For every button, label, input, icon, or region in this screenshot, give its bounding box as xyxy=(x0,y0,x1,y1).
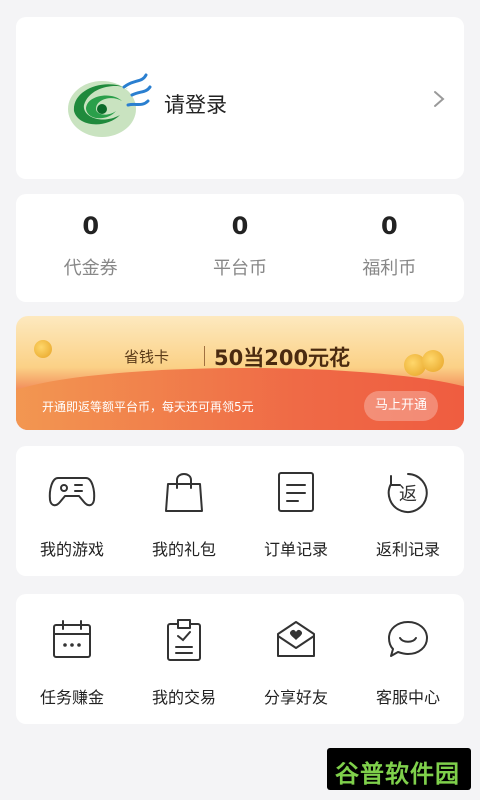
menu-share-friends[interactable]: 分享好友 xyxy=(240,594,352,724)
calendar-icon xyxy=(53,620,91,658)
mail-heart-icon xyxy=(277,621,315,657)
stat-label: 代金券 xyxy=(63,258,118,279)
coin-icon xyxy=(34,340,52,358)
promo-description: 开通即返等额平台币，每天还可再领5元 xyxy=(42,400,254,414)
menu-label: 我的游戏 xyxy=(39,540,104,559)
menu-label: 我的交易 xyxy=(151,688,216,707)
menu-label: 客服中心 xyxy=(375,688,440,707)
login-card[interactable]: 请登录 xyxy=(16,17,464,179)
rebate-icon: 返 xyxy=(387,473,428,513)
menu-customer-service[interactable]: 客服中心 xyxy=(352,594,464,724)
activate-button[interactable]: 马上开通 xyxy=(364,391,438,421)
menu-tasks[interactable]: 任务赚金 xyxy=(16,594,128,724)
gamepad-icon xyxy=(48,477,96,507)
stat-label: 福利币 xyxy=(362,258,417,279)
stat-value: 0 xyxy=(380,212,398,240)
menu-my-gifts[interactable]: 我的礼包 xyxy=(128,446,240,576)
menu-label: 分享好友 xyxy=(263,688,328,707)
menu-my-games[interactable]: 我的游戏 xyxy=(16,446,128,576)
clipboard-icon xyxy=(167,619,201,661)
menu-label: 订单记录 xyxy=(263,540,328,559)
watermark-text: 谷普软件园 xyxy=(335,760,460,788)
promo-card-name: 省钱卡 xyxy=(124,348,170,366)
menu-label: 任务赚金 xyxy=(39,688,104,707)
divider xyxy=(204,346,205,366)
stat-label: 平台币 xyxy=(212,258,267,279)
stat-voucher[interactable]: 0 代金券 xyxy=(16,194,165,302)
login-prompt[interactable]: 请登录 xyxy=(164,89,227,119)
gift-bag-icon xyxy=(165,473,203,512)
coin-icon xyxy=(422,350,444,372)
menu-label: 返利记录 xyxy=(375,540,440,559)
order-list-icon xyxy=(278,472,314,512)
stat-welfare-coin[interactable]: 0 福利币 xyxy=(315,194,464,302)
promo-headline: 50当200元花 xyxy=(214,346,351,370)
menu-my-trades[interactable]: 我的交易 xyxy=(128,594,240,724)
stat-value: 0 xyxy=(82,212,100,240)
menu-rebate-records[interactable]: 返 返利记录 xyxy=(352,446,464,576)
feature-grid-primary: 我的游戏 我的礼包 订单记录 返 返利记录 xyxy=(16,446,464,576)
balance-stats: 0 代金券 0 平台币 0 福利币 xyxy=(16,194,464,302)
app-logo-icon xyxy=(68,73,152,137)
watermark: 谷普软件园 xyxy=(327,748,471,790)
menu-label: 我的礼包 xyxy=(151,540,216,559)
svg-text:返: 返 xyxy=(399,484,417,505)
stat-value: 0 xyxy=(231,212,249,240)
savings-card-banner[interactable]: 省钱卡 50当200元花 开通即返等额平台币，每天还可再领5元 马上开通 xyxy=(16,316,464,430)
chevron-right-icon xyxy=(434,91,445,107)
menu-order-records[interactable]: 订单记录 xyxy=(240,446,352,576)
stat-platform-coin[interactable]: 0 平台币 xyxy=(165,194,314,302)
feature-grid-secondary: 任务赚金 我的交易 分享好友 客服中心 xyxy=(16,594,464,724)
chat-icon xyxy=(388,621,428,657)
